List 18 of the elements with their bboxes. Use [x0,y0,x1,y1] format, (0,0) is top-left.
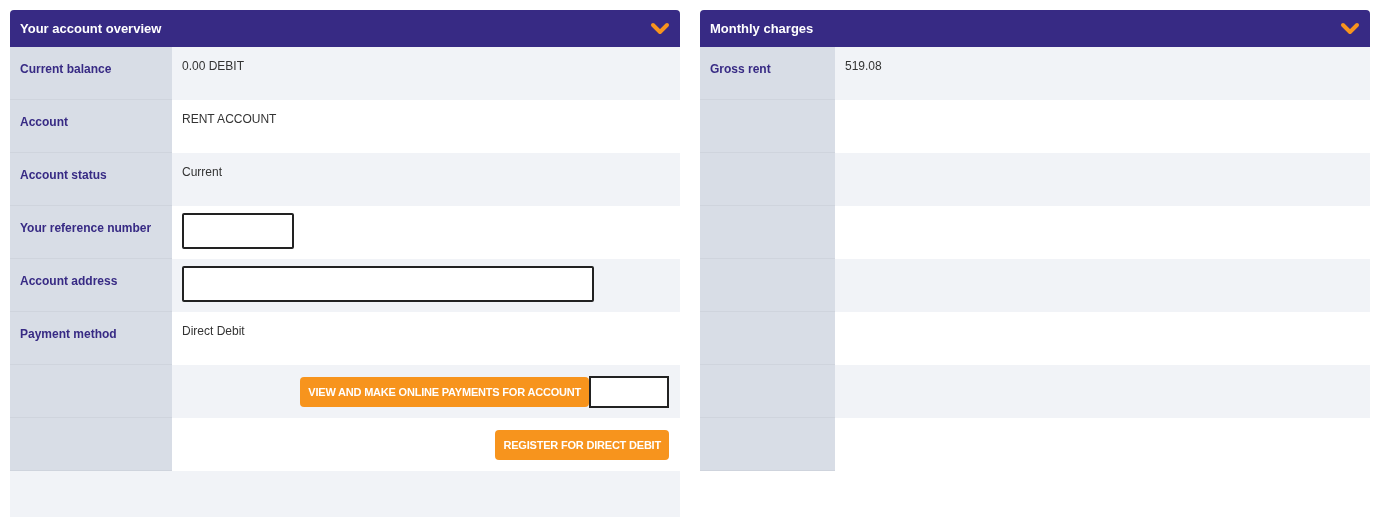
chevron-icon[interactable] [1340,21,1360,36]
row-label: Payment method [20,327,117,341]
row-value: RENT ACCOUNT [182,112,277,126]
row-label: Current balance [20,62,112,76]
panel-title: Monthly charges [710,21,814,36]
row-label: Account status [20,168,107,182]
row-label: Your reference number [20,221,152,235]
row-value: Direct Debit [182,324,245,338]
row-label: Account [20,115,68,129]
panel-title: Your account overview [20,21,162,36]
chevron-icon[interactable] [650,21,670,36]
action-button[interactable]: REGISTER FOR DIRECT DEBIT [495,429,669,460]
row-label: Gross rent [710,62,771,76]
row-value: 0.00 DEBIT [182,59,245,73]
row-value: 519.08 [845,59,882,73]
action-button[interactable]: VIEW AND MAKE ONLINE PAYMENTS FOR ACCOUNT [300,376,589,407]
row-label: Account address [20,274,118,288]
row-value: Current [182,165,222,179]
